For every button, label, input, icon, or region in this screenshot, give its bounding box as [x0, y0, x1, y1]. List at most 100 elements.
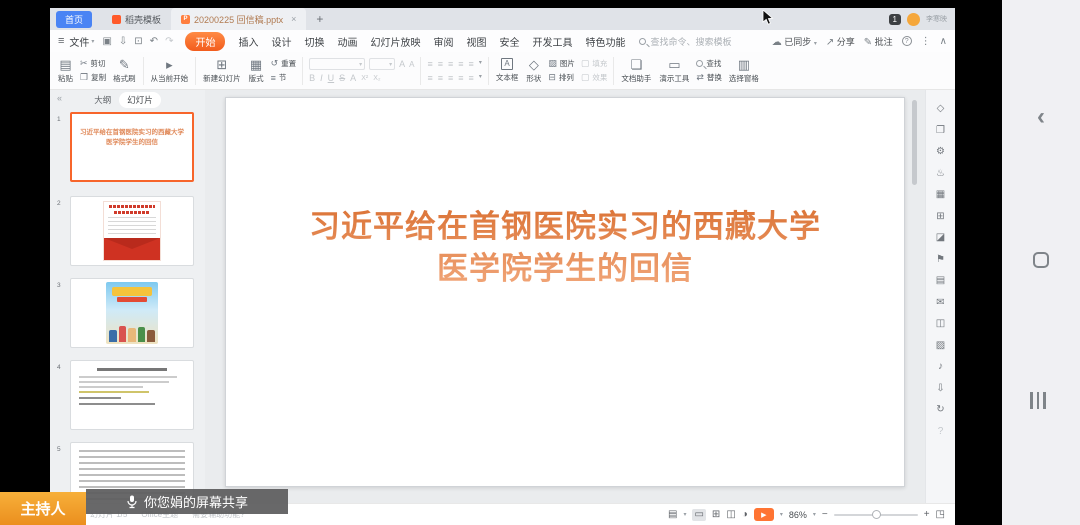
history-icon[interactable]: ↻ — [936, 405, 944, 415]
strikethrough-button[interactable]: S — [339, 73, 345, 83]
menu-insert[interactable]: 插入 — [238, 34, 258, 49]
indent-icon[interactable]: ≡ — [458, 59, 463, 69]
chart-icon[interactable]: ◪ — [936, 233, 945, 243]
menu-design[interactable]: 设计 — [271, 34, 291, 49]
effect-button[interactable]: ▢效果 — [581, 72, 608, 83]
settings-icon[interactable]: ⚙ — [936, 147, 945, 157]
tab-outline[interactable]: 大纲 — [94, 94, 111, 106]
slideshow-play-button[interactable]: ▶ — [754, 508, 774, 521]
print-icon[interactable]: ⊡ — [134, 36, 142, 47]
save-icon[interactable]: ▣ — [102, 36, 111, 47]
format-painter-button[interactable]: ✎ 格式刷 — [109, 54, 140, 88]
slide-canvas[interactable]: 习近平给在首钢医院实习的西藏大学 医学院学生的回信 — [205, 90, 925, 503]
section-button[interactable]: ≡节 — [271, 72, 297, 83]
more-menu-icon[interactable]: ⋮ — [921, 36, 931, 47]
flag-icon[interactable]: ⚑ — [936, 255, 945, 265]
menu-animation[interactable]: 动画 — [337, 34, 357, 49]
member-badge[interactable]: 1 — [889, 14, 901, 25]
fill-button[interactable]: ▢填充 — [581, 58, 608, 69]
cut-button[interactable]: ✂剪切 — [80, 58, 106, 69]
menu-transition[interactable]: 切换 — [304, 34, 324, 49]
menu-home[interactable]: 开始 — [185, 32, 225, 51]
zoom-slider-handle[interactable] — [872, 510, 881, 519]
user-avatar[interactable] — [907, 13, 920, 26]
slide-thumbnail-2[interactable] — [70, 196, 194, 266]
calendar-icon[interactable]: ◫ — [936, 319, 945, 329]
justify-icon[interactable]: ≡ — [458, 73, 463, 83]
reading-view-icon[interactable]: ◫ — [726, 510, 735, 520]
present-tools-button[interactable]: ▭ 演示工具 — [655, 54, 693, 88]
file-menu[interactable]: 文件 ▾ — [69, 34, 94, 49]
redo-icon[interactable]: ↷ — [165, 36, 173, 47]
menu-features[interactable]: 特色功能 — [585, 34, 625, 49]
selection-pane-button[interactable]: ▥ 选择窗格 — [725, 54, 763, 88]
menu-slideshow[interactable]: 幻灯片放映 — [370, 34, 420, 49]
superscript-button[interactable]: X² — [361, 75, 368, 82]
distribute-icon[interactable]: ≡ — [469, 73, 474, 83]
play-from-current-button[interactable]: ▸ 从当前开始 — [147, 54, 193, 88]
zoom-out-button[interactable]: − — [822, 509, 828, 520]
help-icon[interactable]: ? — [902, 36, 912, 46]
font-family-select[interactable]: ▾ — [309, 58, 365, 70]
slide-title[interactable]: 习近平给在首钢医院实习的西藏大学 医学院学生的回信 — [255, 206, 875, 290]
download-icon[interactable]: ⇩ — [936, 384, 944, 394]
new-slide-button[interactable]: ⊞ 新建幻灯片 — [199, 54, 245, 88]
outdent-icon[interactable]: ≡ — [448, 59, 453, 69]
menu-devtools[interactable]: 开发工具 — [532, 34, 572, 49]
slide-thumbnail-1[interactable]: 习近平给在首钢医院实习的西藏大学医学院学生的回信 — [70, 112, 194, 182]
nav-home-icon[interactable] — [1033, 252, 1049, 268]
menu-review[interactable]: 审阅 — [433, 34, 453, 49]
font-size-select[interactable]: ▾ — [369, 58, 395, 70]
comment-button[interactable]: ✎ 批注 — [864, 35, 893, 48]
hamburger-icon[interactable]: ≡ — [58, 35, 64, 47]
line-spacing-icon[interactable]: ≡ — [469, 59, 474, 69]
increase-font-icon[interactable]: A — [399, 59, 405, 69]
arrange-button[interactable]: ⊟排列 — [548, 72, 575, 83]
undo-icon[interactable]: ↶ — [150, 36, 158, 47]
vertical-scrollbar[interactable] — [912, 100, 917, 185]
zoom-in-button[interactable]: + — [924, 509, 930, 520]
font-color-button[interactable]: A — [350, 73, 356, 83]
share-button[interactable]: ↗ 分享 — [826, 35, 855, 48]
layers-icon[interactable]: ❐ — [936, 126, 945, 136]
replace-button[interactable]: ⇄替换 — [696, 72, 722, 83]
slide-sorter-icon[interactable]: ⊞ — [712, 510, 720, 520]
decrease-font-icon[interactable]: A — [409, 60, 414, 69]
home-tab-button[interactable]: 首页 — [56, 11, 92, 28]
close-tab-icon[interactable]: × — [291, 14, 296, 24]
find-button[interactable]: 查找 — [696, 58, 722, 69]
command-search-input[interactable]: 查找命令、搜索模板 — [639, 35, 731, 48]
qrcode-icon[interactable]: ⊞ — [936, 212, 944, 222]
zoom-slider[interactable] — [834, 514, 918, 516]
collapse-ribbon-icon[interactable]: ∧ — [940, 36, 947, 47]
bullet-list-icon[interactable]: ≡ — [427, 59, 432, 69]
notes-view-icon[interactable]: ▤ — [668, 510, 677, 520]
new-tab-button[interactable]: + — [316, 12, 323, 26]
file-icon[interactable]: ▤ — [936, 276, 945, 286]
nav-back-icon[interactable]: ‹ — [1002, 103, 1080, 131]
align-right-icon[interactable]: ≡ — [448, 73, 453, 83]
effects-icon[interactable]: ♨ — [936, 169, 945, 179]
menu-view[interactable]: 视图 — [466, 34, 486, 49]
italic-button[interactable]: I — [320, 73, 323, 83]
current-slide[interactable]: 习近平给在首钢医院实习的西藏大学 医学院学生的回信 — [225, 97, 905, 487]
align-left-icon[interactable]: ≡ — [427, 73, 432, 83]
help-icon[interactable]: ? — [938, 427, 944, 437]
bold-button[interactable]: B — [309, 73, 315, 83]
mail-icon[interactable]: ✉ — [936, 298, 944, 308]
layout-button[interactable]: ▦ 版式 — [245, 54, 268, 88]
image-icon[interactable]: ▨ — [936, 341, 945, 351]
sync-status[interactable]: ☁ 已同步 ▾ — [772, 35, 817, 48]
subscript-button[interactable]: X₂ — [373, 75, 380, 82]
align-center-icon[interactable]: ≡ — [438, 73, 443, 83]
doc-assistant-button[interactable]: ❏ 文档助手 — [617, 54, 655, 88]
tab-slides[interactable]: 幻灯片 — [119, 92, 161, 108]
reset-button[interactable]: ↺重置 — [271, 58, 297, 69]
slide-thumbnail-4[interactable] — [70, 360, 194, 430]
table-icon[interactable]: ▦ — [936, 190, 945, 200]
audio-icon[interactable]: ♪ — [938, 362, 943, 372]
fullscreen-icon[interactable]: ◳ — [936, 510, 945, 520]
underline-button[interactable]: U — [328, 73, 335, 83]
copy-button[interactable]: ❐复制 — [80, 72, 106, 83]
shape-button[interactable]: ◇ 形状 — [522, 54, 545, 88]
